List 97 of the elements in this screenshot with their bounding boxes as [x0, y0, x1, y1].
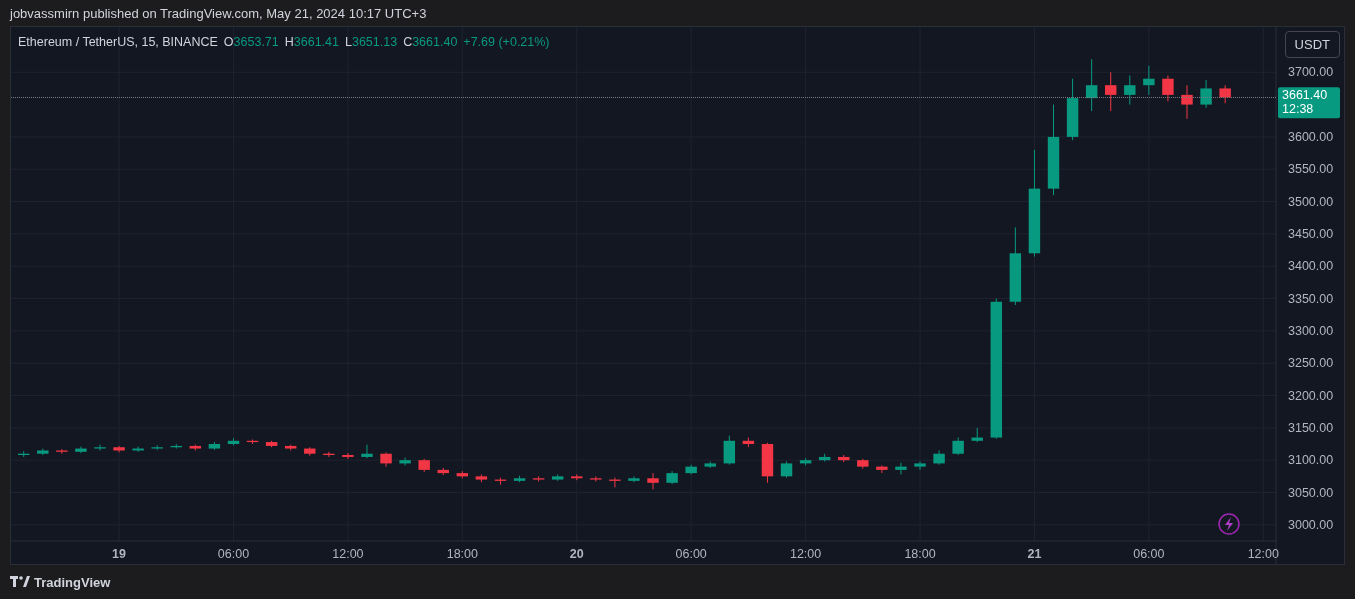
lightning-icon[interactable] — [1218, 513, 1240, 535]
candle — [647, 472, 659, 490]
candle — [742, 437, 755, 448]
time-label: 06:00 — [675, 547, 707, 561]
price-label: 3100.00 — [1288, 453, 1334, 468]
ohlc-value: H3661.41 — [284, 35, 339, 49]
candle — [723, 435, 736, 466]
candle — [456, 470, 469, 479]
last-price: 3661.40 — [1282, 88, 1328, 103]
price-label: 3400.00 — [1288, 259, 1334, 274]
time-label: 12:00 — [789, 547, 822, 561]
price-label: 3150.00 — [1288, 420, 1334, 435]
price-label: 3500.00 — [1288, 194, 1334, 209]
countdown: 12:38 — [1282, 102, 1314, 117]
price-label: 3250.00 — [1288, 356, 1334, 371]
symbol-title: Ethereum / TetherUS, 15, BINANCE — [18, 35, 218, 49]
time-label: 18:00 — [904, 547, 936, 561]
candle — [418, 458, 430, 473]
candle — [1105, 71, 1117, 112]
price-label: 3350.00 — [1288, 291, 1334, 306]
candle — [18, 450, 30, 458]
price-label: 3300.00 — [1288, 323, 1334, 338]
brand-name: TradingView — [34, 574, 111, 590]
candle — [971, 427, 983, 443]
candle — [380, 451, 392, 468]
ohlc-value: L3651.13 — [345, 35, 398, 49]
price-label: 3050.00 — [1288, 485, 1334, 500]
candle — [704, 461, 716, 469]
time-label: 06:00 — [1133, 547, 1165, 561]
candle — [838, 454, 850, 463]
candle — [933, 450, 945, 466]
ohlc-value: O3653.71 — [223, 35, 279, 49]
candle — [857, 458, 869, 470]
candle — [513, 475, 526, 483]
price-label: 3450.00 — [1288, 226, 1334, 241]
candle — [1181, 84, 1193, 120]
candle — [361, 444, 373, 459]
price-label: 3200.00 — [1288, 388, 1334, 403]
candle — [56, 448, 68, 455]
candle — [227, 437, 240, 446]
candle — [780, 461, 793, 479]
candle — [437, 467, 449, 476]
candle — [628, 475, 640, 483]
candle — [895, 462, 907, 475]
time-label: 21 — [1027, 547, 1042, 561]
candle — [685, 464, 697, 475]
candle — [1066, 78, 1079, 141]
candle — [285, 444, 297, 451]
price-label: 3000.00 — [1288, 517, 1334, 532]
candle — [1200, 79, 1212, 109]
candle — [551, 473, 564, 482]
candle — [246, 439, 259, 445]
candle — [1124, 75, 1136, 106]
candle — [37, 448, 49, 456]
candle — [475, 473, 488, 483]
candle — [1162, 75, 1174, 102]
candle — [532, 475, 545, 482]
time-label: 12:00 — [1247, 547, 1279, 561]
candle — [761, 442, 774, 484]
candle — [876, 464, 888, 474]
candle — [1219, 84, 1231, 104]
candle — [399, 457, 411, 466]
candle — [113, 445, 125, 453]
candle — [609, 477, 621, 488]
candle — [304, 446, 316, 457]
candle — [666, 470, 678, 485]
candle — [799, 457, 812, 466]
ohlc-value: C3661.40 — [403, 35, 458, 49]
tradingview-logo-icon — [10, 576, 30, 588]
time-label: 19 — [112, 547, 126, 561]
price-label: 3700.00 — [1288, 65, 1334, 80]
candle — [952, 437, 964, 456]
price-change: +7.69 (+0.21%) — [463, 35, 550, 49]
time-label: 18:00 — [446, 547, 478, 561]
candle — [189, 444, 202, 451]
time-label: 20 — [569, 547, 584, 561]
candle — [208, 441, 221, 451]
last-price-tag — [1278, 87, 1340, 119]
candle — [75, 446, 87, 454]
candle — [342, 452, 354, 460]
candle — [571, 473, 583, 481]
price-label: 3600.00 — [1288, 129, 1334, 144]
candle — [151, 444, 163, 451]
candle — [323, 451, 335, 458]
candle — [265, 440, 278, 448]
candle — [1143, 65, 1155, 96]
publish-info: jobvassmirn published on TradingView.com, May 21, 2024 10:17 UTC+3 — [10, 4, 428, 23]
currency-button[interactable]: USDT — [1284, 31, 1340, 58]
price-label: 3550.00 — [1288, 162, 1334, 177]
candle — [590, 475, 602, 482]
candle — [1085, 58, 1098, 112]
candle — [914, 461, 926, 471]
candle — [94, 444, 106, 451]
candle — [818, 453, 831, 462]
time-label: 06:00 — [217, 547, 250, 561]
time-label: 12:00 — [332, 547, 364, 561]
candle — [494, 477, 507, 486]
